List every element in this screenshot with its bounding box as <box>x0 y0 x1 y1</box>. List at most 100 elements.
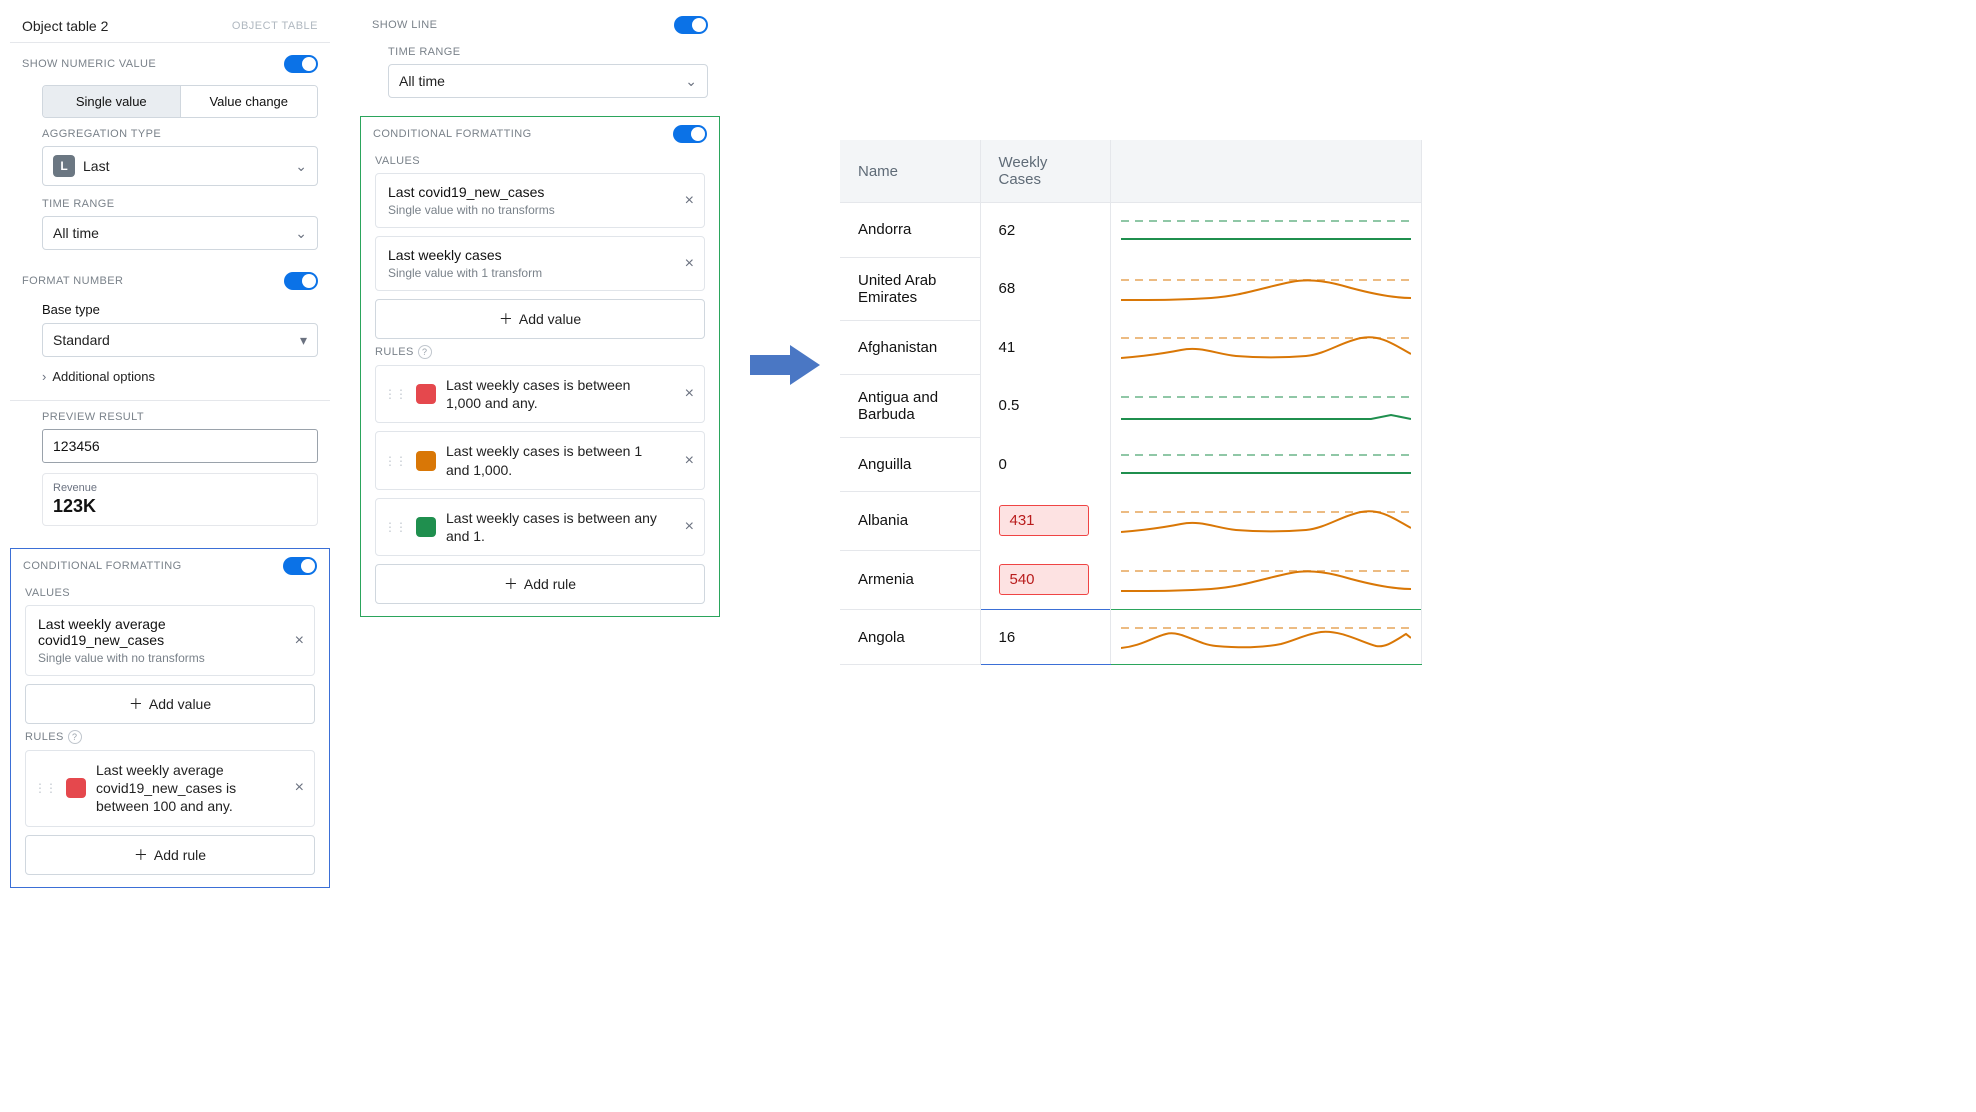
show-line-toggle[interactable] <box>674 16 708 34</box>
aggregation-type-value: Last <box>83 158 109 174</box>
cell-cases: 431 <box>980 491 1110 550</box>
show-line-row: SHOW LINE <box>360 10 720 40</box>
cell-cases: 68 <box>980 257 1110 320</box>
value-card[interactable]: Last weekly average covid19_new_cases Si… <box>25 605 315 676</box>
conditional-formatting-toggle[interactable] <box>283 557 317 575</box>
cases-value: 16 <box>999 625 1016 650</box>
additional-options-expander[interactable]: › Additional options <box>42 369 318 384</box>
help-icon[interactable]: ? <box>418 345 432 359</box>
value-card[interactable]: Last covid19_new_cases Single value with… <box>375 173 705 228</box>
conditional-formatting-toggle[interactable] <box>673 125 707 143</box>
plus-icon: ＋ <box>134 845 148 865</box>
cell-cases: 540 <box>980 550 1110 610</box>
table-row[interactable]: Andorra 62 <box>840 203 1421 258</box>
table-row[interactable]: Angola 16 <box>840 610 1421 665</box>
rule-row[interactable]: ⋮⋮ Last weekly average covid19_new_cases… <box>25 750 315 827</box>
aggregation-type-select[interactable]: L Last ⌄ <box>42 146 318 186</box>
cell-sparkline <box>1110 374 1421 437</box>
value-card[interactable]: Last weekly cases Single value with 1 tr… <box>375 236 705 291</box>
base-type-select[interactable]: Standard ▾ <box>42 323 318 357</box>
cell-sparkline <box>1110 550 1421 610</box>
value-card-subtitle: Single value with no transforms <box>388 203 668 217</box>
rule-color-swatch[interactable] <box>416 384 436 404</box>
rule-text: Last weekly cases is between any and 1. <box>446 509 668 545</box>
drag-handle-icon[interactable]: ⋮⋮ <box>34 782 56 794</box>
table-row[interactable]: Antigua and Barbuda0.5 <box>840 374 1421 437</box>
rule-text: Last weekly cases is between 1,000 and a… <box>446 376 668 412</box>
time-range-label: TIME RANGE <box>42 198 318 210</box>
time-range-select[interactable]: All time ⌄ <box>42 216 318 250</box>
plus-icon: ＋ <box>499 309 513 329</box>
add-rule-label: Add rule <box>154 847 206 863</box>
additional-options-label: Additional options <box>52 369 155 384</box>
time-range-select-mid[interactable]: All time ⌄ <box>388 64 708 98</box>
show-numeric-value-toggle[interactable] <box>284 55 318 73</box>
single-value-tab[interactable]: Single value <box>43 86 181 117</box>
remove-value-button[interactable]: × <box>685 192 694 210</box>
values-section-label: VALUES <box>11 581 329 605</box>
col-header-cases[interactable]: Weekly Cases <box>980 140 1110 203</box>
table-row[interactable]: Albania431 <box>840 491 1421 550</box>
value-change-tab[interactable]: Value change <box>181 86 318 117</box>
time-range-label: TIME RANGE <box>388 46 708 58</box>
add-rule-button[interactable]: ＋ Add rule <box>375 564 705 604</box>
rule-row[interactable]: ⋮⋮ Last weekly cases is between 1,000 and… <box>375 365 705 423</box>
value-mode-segmented: Single value Value change <box>42 85 318 118</box>
add-value-label: Add value <box>149 696 211 712</box>
cases-value: 431 <box>999 505 1089 536</box>
drag-handle-icon[interactable]: ⋮⋮ <box>384 455 406 467</box>
col-header-name[interactable]: Name <box>840 140 980 203</box>
cell-name: Antigua and Barbuda <box>840 374 980 437</box>
value-card-subtitle: Single value with 1 transform <box>388 266 668 280</box>
values-section-label: VALUES <box>361 149 719 173</box>
value-card-title: Last weekly average covid19_new_cases <box>38 616 278 648</box>
add-value-button[interactable]: ＋ Add value <box>375 299 705 339</box>
rule-color-swatch[interactable] <box>66 778 86 798</box>
rules-section-label: RULES? <box>361 339 719 365</box>
conditional-formatting-label: CONDITIONAL FORMATTING <box>373 128 532 140</box>
rule-text: Last weekly cases is between 1 and 1,000… <box>446 442 668 478</box>
cell-sparkline <box>1110 203 1421 258</box>
rule-color-swatch[interactable] <box>416 451 436 471</box>
cell-sparkline <box>1110 610 1421 665</box>
remove-value-button[interactable]: × <box>295 632 304 650</box>
remove-value-button[interactable]: × <box>685 255 694 273</box>
remove-rule-button[interactable]: × <box>685 385 694 403</box>
drag-handle-icon[interactable]: ⋮⋮ <box>384 388 406 400</box>
cell-name: Andorra <box>840 203 980 258</box>
chevron-down-icon: ⌄ <box>685 73 697 90</box>
cell-cases: 0.5 <box>980 374 1110 437</box>
cell-cases: 16 <box>980 610 1110 665</box>
table-row[interactable]: Anguilla 0 <box>840 437 1421 491</box>
cell-name: Armenia <box>840 550 980 610</box>
cases-value: 62 <box>999 218 1016 243</box>
last-badge-icon: L <box>53 155 75 177</box>
drag-handle-icon[interactable]: ⋮⋮ <box>384 521 406 533</box>
rule-color-swatch[interactable] <box>416 517 436 537</box>
add-rule-button[interactable]: ＋ Add rule <box>25 835 315 875</box>
cell-name: Anguilla <box>840 437 980 491</box>
time-range-value: All time <box>53 225 99 241</box>
arrow-icon <box>750 340 820 390</box>
cell-name: Angola <box>840 610 980 665</box>
rule-row[interactable]: ⋮⋮ Last weekly cases is between 1 and 1,0… <box>375 431 705 489</box>
cases-value: 0 <box>999 452 1007 477</box>
add-value-button[interactable]: ＋ Add value <box>25 684 315 724</box>
rule-row[interactable]: ⋮⋮ Last weekly cases is between any and 1… <box>375 498 705 556</box>
remove-rule-button[interactable]: × <box>685 518 694 536</box>
base-type-label: Base type <box>42 302 318 317</box>
results-table: Name Weekly Cases Andorra 62 United Arab E… <box>840 140 1422 665</box>
remove-rule-button[interactable]: × <box>685 452 694 470</box>
table-row[interactable]: Armenia540 <box>840 550 1421 610</box>
chevron-right-icon: › <box>42 369 46 384</box>
cell-cases: 41 <box>980 320 1110 374</box>
remove-rule-button[interactable]: × <box>295 779 304 797</box>
table-row[interactable]: Afghanistan41 <box>840 320 1421 374</box>
table-row[interactable]: United Arab Emirates68 <box>840 257 1421 320</box>
cell-cases: 62 <box>980 203 1110 258</box>
format-number-toggle[interactable] <box>284 272 318 290</box>
help-icon[interactable]: ? <box>68 730 82 744</box>
show-line-label: SHOW LINE <box>372 19 437 31</box>
preview-input[interactable] <box>42 429 318 463</box>
cell-sparkline <box>1110 257 1421 320</box>
